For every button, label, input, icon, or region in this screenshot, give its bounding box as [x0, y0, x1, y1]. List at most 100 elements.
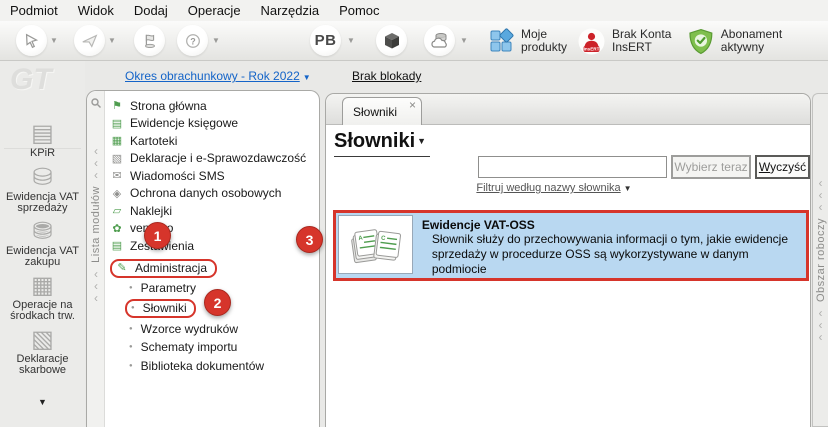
chevron-left-icon: ‹ [819, 178, 823, 188]
moje-produkty-button[interactable]: Moje produkty [488, 25, 567, 57]
administracja-highlight-frame: ✎ Administracja [110, 259, 217, 278]
tab-slowniki[interactable]: Słowniki × [342, 97, 422, 125]
workspace-strip-label: Obszar roboczy [815, 218, 827, 302]
help-dropdown-caret[interactable]: ▼ [212, 36, 220, 45]
module-item-kartoteki[interactable]: ▦ Kartoteki [106, 132, 317, 150]
send-button[interactable] [74, 25, 105, 56]
left-sidebar: GT ▤ KPiR ⛁ Ewidencja VAT sprzedaży ⛃ Ew… [0, 61, 85, 427]
cursor-tool-button[interactable] [16, 25, 47, 56]
chevron-left-icon: ‹ [94, 269, 98, 279]
user-dropdown-caret[interactable]: ▼ [347, 36, 355, 45]
chevron-left-icon: ‹ [94, 146, 98, 156]
user-initials: PB [315, 32, 337, 49]
module-subitem-slowniki[interactable]: ● Słowniki [106, 297, 317, 319]
sidebar-item-ewidencja-vat-sprzedazy[interactable]: ⛁ Ewidencja VAT sprzedaży [0, 165, 85, 214]
menu-pomoc[interactable]: Pomoc [339, 3, 379, 18]
user-pb-button[interactable]: PB [310, 25, 341, 56]
menu-widok[interactable]: Widok [78, 3, 114, 18]
konto-insert-label: Brak Konta InsERT [612, 28, 671, 54]
help-icon: ? [184, 32, 202, 50]
svg-text:?: ? [190, 36, 196, 46]
bullet-icon: ● [131, 305, 135, 311]
workspace-collapse-strip[interactable]: ‹ ‹ ‹ Obszar roboczy ‹ ‹ ‹ [812, 93, 828, 427]
wybierz-teraz-button[interactable]: Wybierz teraz [671, 155, 751, 179]
bullet-icon: ● [129, 363, 133, 369]
module-list-panel: ‹ ‹ ‹ Lista modułów ‹ ‹ ‹ ⚑ Strona główn… [86, 90, 320, 427]
cursor-dropdown-caret[interactable]: ▼ [50, 36, 58, 45]
workspace-panel: Słowniki × Słowniki▼ Wybierz teraz Wyczy… [325, 93, 811, 427]
book-icon: ▤ [110, 117, 124, 130]
period-dropdown-caret: ▼ [303, 73, 311, 82]
svg-text:InsERT: InsERT [584, 46, 600, 51]
dictionary-item-title: Ewidencje VAT-OSS [422, 218, 806, 232]
accounting-period-link[interactable]: Okres obrachunkowy - Rok 2022▼ [125, 69, 311, 83]
moje-produkty-label: Moje produkty [521, 28, 567, 54]
cabinet-icon: ▦ [0, 273, 85, 299]
sidebar-item-kpir[interactable]: ▤ KPiR [0, 121, 85, 159]
module-subitem-parametry[interactable]: ● Parametry [106, 279, 317, 298]
module-item-administracja[interactable]: ✎ Administracja [106, 258, 317, 279]
coins-stack-icon: ⛁ [0, 165, 85, 191]
konto-insert-button[interactable]: InsERT Brak Konta InsERT [578, 25, 671, 57]
dictionary-icon-box: A C [338, 215, 413, 274]
module-item-vendero[interactable]: ✿ vendero [106, 220, 317, 238]
menu-dodaj[interactable]: Dodaj [134, 3, 168, 18]
sms-envelope-icon: ✉ [110, 169, 124, 182]
cube-button[interactable] [376, 25, 407, 56]
filter-dropdown-caret: ▼ [624, 184, 632, 193]
module-item-ochrona-danych[interactable]: ◈ Ochrona danych osobowych [106, 185, 317, 203]
flag-icon: ⚑ [110, 99, 124, 112]
dictionary-cards-icon: A C [347, 223, 403, 267]
menu-operacje[interactable]: Operacje [188, 3, 241, 18]
dictionary-item-text: Ewidencje VAT-OSS Słownik służy do przec… [413, 213, 806, 277]
abonament-label: Abonament aktywny [721, 28, 828, 54]
report-icon: ▤ [110, 239, 124, 252]
sidebar-item-operacje-srodki-trwale[interactable]: ▦ Operacje na środkach trw. [0, 273, 85, 322]
dictionary-item-ewidencje-vat-oss[interactable]: A C Ewidencje VAT-OSS Słownik służy do p… [333, 210, 809, 281]
chevron-left-icon: ‹ [94, 158, 98, 168]
module-list: ⚑ Strona główna ▤ Ewidencje księgowe ▦ K… [106, 97, 317, 376]
module-item-wiadomosci-sms[interactable]: ✉ Wiadomości SMS [106, 167, 317, 185]
help-button[interactable]: ? [177, 25, 208, 56]
module-list-collapse-strip[interactable]: ‹ ‹ ‹ Lista modułów ‹ ‹ ‹ [87, 91, 105, 427]
module-subitem-wzorce-wydrukow[interactable]: ● Wzorce wydruków [106, 319, 317, 338]
wyczysc-button[interactable]: Wyczyść [755, 155, 810, 179]
menu-narzedzia[interactable]: Narzędzia [261, 3, 320, 18]
ledger-book-icon: ▤ [0, 121, 85, 147]
page-title[interactable]: Słowniki▼ [334, 130, 430, 157]
flag-button[interactable] [134, 25, 165, 56]
toolbar: ▼ ▼ ? ▼ PB ▼ [0, 21, 828, 61]
abonament-status[interactable]: Abonament aktywny [688, 25, 828, 57]
filter-by-name-link[interactable]: Filtruj według nazwy słownika▼ [436, 182, 672, 194]
dictionary-item-description-line2: sprzedaży w procedurze OSS są wykorzysty… [432, 247, 806, 277]
module-item-deklaracje[interactable]: ▧ Deklaracje i e-Sprawozdawczość [106, 150, 317, 168]
dictionary-item-description-line1: Słownik służy do przechowywania informac… [432, 232, 806, 247]
tab-close-icon[interactable]: × [409, 99, 416, 111]
dictionary-search-input[interactable] [478, 156, 667, 178]
module-item-strona-glowna[interactable]: ⚑ Strona główna [106, 97, 317, 115]
insert-account-icon: InsERT [578, 28, 605, 55]
lock-status-link[interactable]: Brak blokady [352, 69, 421, 83]
sidebar-more-arrow-icon[interactable]: ▼ [0, 397, 85, 407]
pin-icon[interactable] [90, 97, 102, 109]
module-item-naklejki[interactable]: ▱ Naklejki [106, 202, 317, 220]
module-subitem-biblioteka-dokumentow[interactable]: ● Biblioteka dokumentów [106, 357, 317, 376]
menu-podmiot[interactable]: Podmiot [10, 3, 58, 18]
cloud-archive-button[interactable] [424, 25, 455, 56]
chevron-left-icon: ‹ [94, 281, 98, 291]
sidebar-item-ewidencja-vat-zakupu[interactable]: ⛃ Ewidencja VAT zakupu [0, 219, 85, 268]
sticker-icon: ▱ [110, 204, 124, 217]
chevron-left-icon: ‹ [819, 202, 823, 212]
tax-document-icon: ▧ [0, 327, 85, 353]
cloud-dropdown-caret[interactable]: ▼ [460, 36, 468, 45]
sidebar-item-deklaracje-skarbowe[interactable]: ▧ Deklaracje skarbowe [0, 327, 85, 376]
module-item-ewidencje-ksiegowe[interactable]: ▤ Ewidencje księgowe [106, 115, 317, 133]
module-item-zestawienia[interactable]: ▤ Zestawienia [106, 237, 317, 255]
chevron-left-icon: ‹ [819, 308, 823, 318]
chevron-left-icon: ‹ [94, 170, 98, 180]
boxes-icon: ⛃ [0, 219, 85, 245]
module-subitem-schematy-importu[interactable]: ● Schematy importu [106, 338, 317, 357]
send-dropdown-caret[interactable]: ▼ [108, 36, 116, 45]
cloud-database-icon [430, 31, 450, 51]
edit-pencil-icon: ✎ [115, 261, 129, 274]
